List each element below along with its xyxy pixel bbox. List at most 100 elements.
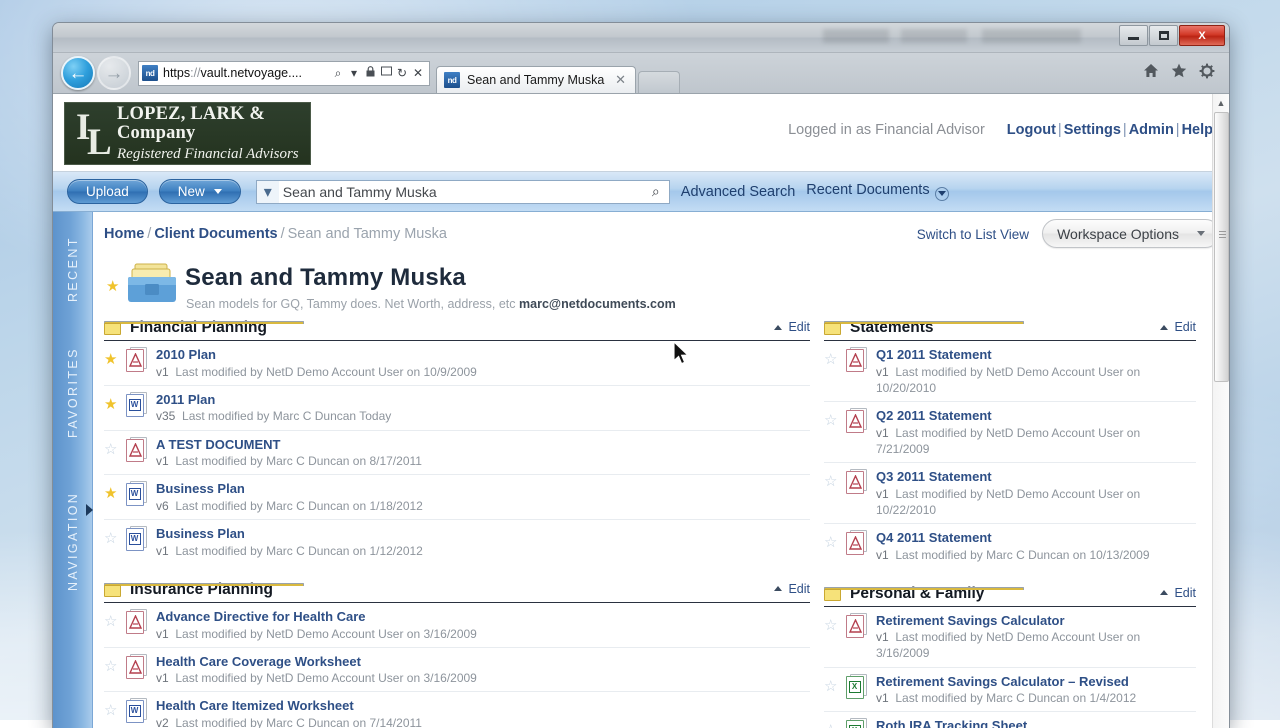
company-logo[interactable]: I L LOPEZ, LARK & Company Registered Fin… xyxy=(64,102,311,165)
document-name-link[interactable]: Q1 2011 Statement xyxy=(876,347,1196,363)
document-favorite-star[interactable]: ☆ xyxy=(104,437,126,459)
workspace-favorite-star-icon[interactable]: ★ xyxy=(106,278,119,296)
document-favorite-star[interactable]: ☆ xyxy=(824,469,846,491)
document-name-link[interactable]: Business Plan xyxy=(156,481,810,497)
sidebar-item-recent[interactable]: RECENT xyxy=(53,226,93,312)
favorite-star-filled-icon[interactable]: ★ xyxy=(104,396,117,413)
address-dropdown-caret-icon[interactable]: ▾ xyxy=(346,66,362,80)
tab-close-icon[interactable]: ✕ xyxy=(612,72,629,88)
favorite-star-empty-icon[interactable]: ☆ xyxy=(824,534,837,551)
document-favorite-star[interactable]: ☆ xyxy=(824,613,846,635)
recent-documents-link[interactable]: Recent Documents xyxy=(806,182,948,201)
document-favorite-star[interactable]: ☆ xyxy=(104,526,126,548)
sidebar-expand-arrow-icon[interactable] xyxy=(86,504,93,516)
refresh-icon[interactable]: ↻ xyxy=(394,66,410,80)
document-favorite-star[interactable]: ★ xyxy=(104,347,126,369)
address-bar[interactable]: nd https://vault.netvoyage.... ⌕ ▾ ↻ ✕ xyxy=(138,61,430,86)
close-button[interactable]: X xyxy=(1179,25,1225,46)
favorites-icon[interactable] xyxy=(1171,63,1187,83)
section-edit-link[interactable]: Edit xyxy=(774,320,810,334)
document-name-link[interactable]: Q4 2011 Statement xyxy=(876,530,1196,546)
document-favorite-star[interactable]: ☆ xyxy=(104,654,126,676)
favorite-star-empty-icon[interactable]: ☆ xyxy=(104,613,117,630)
document-name-link[interactable]: 2010 Plan xyxy=(156,347,810,363)
document-name-link[interactable]: A TEST DOCUMENT xyxy=(156,437,810,453)
document-row[interactable]: ☆WBusiness Planv1 Last modified by Marc … xyxy=(104,520,810,564)
page-scrollbar[interactable]: ▲ xyxy=(1212,94,1229,728)
document-favorite-star[interactable]: ☆ xyxy=(824,674,846,696)
document-favorite-star[interactable]: ★ xyxy=(104,481,126,503)
switch-to-list-view-link[interactable]: Switch to List View xyxy=(917,227,1029,242)
document-favorite-star[interactable]: ☆ xyxy=(824,408,846,430)
document-row[interactable]: ☆A TEST DOCUMENTv1 Last modified by Marc… xyxy=(104,431,810,476)
document-name-link[interactable]: Health Care Coverage Worksheet xyxy=(156,654,810,670)
document-row[interactable]: ★W2011 Planv35 Last modified by Marc C D… xyxy=(104,386,810,431)
home-icon[interactable] xyxy=(1143,63,1159,83)
section-edit-link[interactable]: Edit xyxy=(1160,586,1196,600)
document-favorite-star[interactable]: ☆ xyxy=(104,698,126,720)
document-row[interactable]: ☆XRetirement Savings Calculator – Revise… xyxy=(824,668,1196,713)
browser-tab-active[interactable]: nd Sean and Tammy Muska ✕ xyxy=(436,66,636,93)
favorite-star-filled-icon[interactable]: ★ xyxy=(104,351,117,368)
collapse-caret-icon[interactable] xyxy=(774,586,782,591)
document-row[interactable]: ☆Q3 2011 Statementv1 Last modified by Ne… xyxy=(824,463,1196,524)
search-box[interactable]: ▾ ⌕ xyxy=(256,180,670,204)
favorite-star-empty-icon[interactable]: ☆ xyxy=(824,722,837,728)
favorite-star-empty-icon[interactable]: ☆ xyxy=(104,658,117,675)
document-row[interactable]: ★WBusiness Planv6 Last modified by Marc … xyxy=(104,475,810,520)
scrollbar-thumb[interactable] xyxy=(1214,112,1229,382)
favorite-star-empty-icon[interactable]: ☆ xyxy=(824,678,837,695)
favorite-star-filled-icon[interactable]: ★ xyxy=(104,485,117,502)
section-edit-link[interactable]: Edit xyxy=(774,582,810,596)
search-input[interactable] xyxy=(279,184,643,200)
document-name-link[interactable]: Retirement Savings Calculator xyxy=(876,613,1196,629)
document-name-link[interactable]: Q2 2011 Statement xyxy=(876,408,1196,424)
sidebar-item-navigation[interactable]: NAVIGATION xyxy=(53,468,93,614)
address-search-icon[interactable]: ⌕ xyxy=(330,66,346,81)
document-name-link[interactable]: Health Care Itemized Worksheet xyxy=(156,698,810,714)
document-row[interactable]: ★2010 Planv1 Last modified by NetD Demo … xyxy=(104,341,810,386)
document-favorite-star[interactable]: ☆ xyxy=(104,609,126,631)
document-row[interactable]: ☆Q1 2011 Statementv1 Last modified by Ne… xyxy=(824,341,1196,402)
new-button[interactable]: New xyxy=(159,179,241,204)
favorite-star-empty-icon[interactable]: ☆ xyxy=(104,702,117,719)
favorite-star-empty-icon[interactable]: ☆ xyxy=(824,351,837,368)
new-tab-button[interactable] xyxy=(638,71,680,93)
favorite-star-empty-icon[interactable]: ☆ xyxy=(824,617,837,634)
collapse-caret-icon[interactable] xyxy=(1160,590,1168,595)
upload-button[interactable]: Upload xyxy=(67,179,148,204)
document-row[interactable]: ☆WHealth Care Itemized Worksheetv2 Last … xyxy=(104,692,810,728)
document-name-link[interactable]: Advance Directive for Health Care xyxy=(156,609,810,625)
document-row[interactable]: ☆XRoth IRA Tracking Sheet xyxy=(824,712,1196,728)
back-button[interactable]: ← xyxy=(61,56,95,90)
collapse-caret-icon[interactable] xyxy=(774,325,782,330)
document-row[interactable]: ☆Advance Directive for Health Carev1 Las… xyxy=(104,603,810,648)
favorite-star-empty-icon[interactable]: ☆ xyxy=(824,412,837,429)
document-favorite-star[interactable]: ☆ xyxy=(824,530,846,552)
settings-link[interactable]: Settings xyxy=(1064,122,1121,138)
scroll-up-button[interactable]: ▲ xyxy=(1213,94,1229,111)
document-row[interactable]: ☆Retirement Savings Calculatorv1 Last mo… xyxy=(824,607,1196,668)
minimize-button[interactable] xyxy=(1119,25,1148,46)
admin-link[interactable]: Admin xyxy=(1129,122,1174,138)
advanced-search-link[interactable]: Advanced Search xyxy=(681,184,795,200)
favorite-star-empty-icon[interactable]: ☆ xyxy=(824,473,837,490)
favorite-star-empty-icon[interactable]: ☆ xyxy=(104,530,117,547)
document-name-link[interactable]: Q3 2011 Statement xyxy=(876,469,1196,485)
workspace-options-button[interactable]: Workspace Options xyxy=(1042,219,1220,248)
stop-icon[interactable]: ✕ xyxy=(410,66,426,80)
gear-icon[interactable] xyxy=(1199,63,1215,84)
help-link[interactable]: Help xyxy=(1182,122,1213,138)
collapse-caret-icon[interactable] xyxy=(1160,325,1168,330)
maximize-button[interactable] xyxy=(1149,25,1178,46)
document-row[interactable]: ☆Q4 2011 Statementv1 Last modified by Ma… xyxy=(824,524,1196,568)
search-icon[interactable]: ⌕ xyxy=(643,183,669,200)
favorite-star-empty-icon[interactable]: ☆ xyxy=(104,441,117,458)
search-scope-caret-icon[interactable]: ▾ xyxy=(257,181,279,203)
forward-button[interactable]: → xyxy=(97,56,131,90)
document-favorite-star[interactable]: ☆ xyxy=(824,347,846,369)
compatibility-view-icon[interactable] xyxy=(378,66,394,80)
logout-link[interactable]: Logout xyxy=(1007,122,1056,138)
document-name-link[interactable]: Business Plan xyxy=(156,526,810,542)
breadcrumb-client-documents[interactable]: Client Documents xyxy=(154,226,277,242)
